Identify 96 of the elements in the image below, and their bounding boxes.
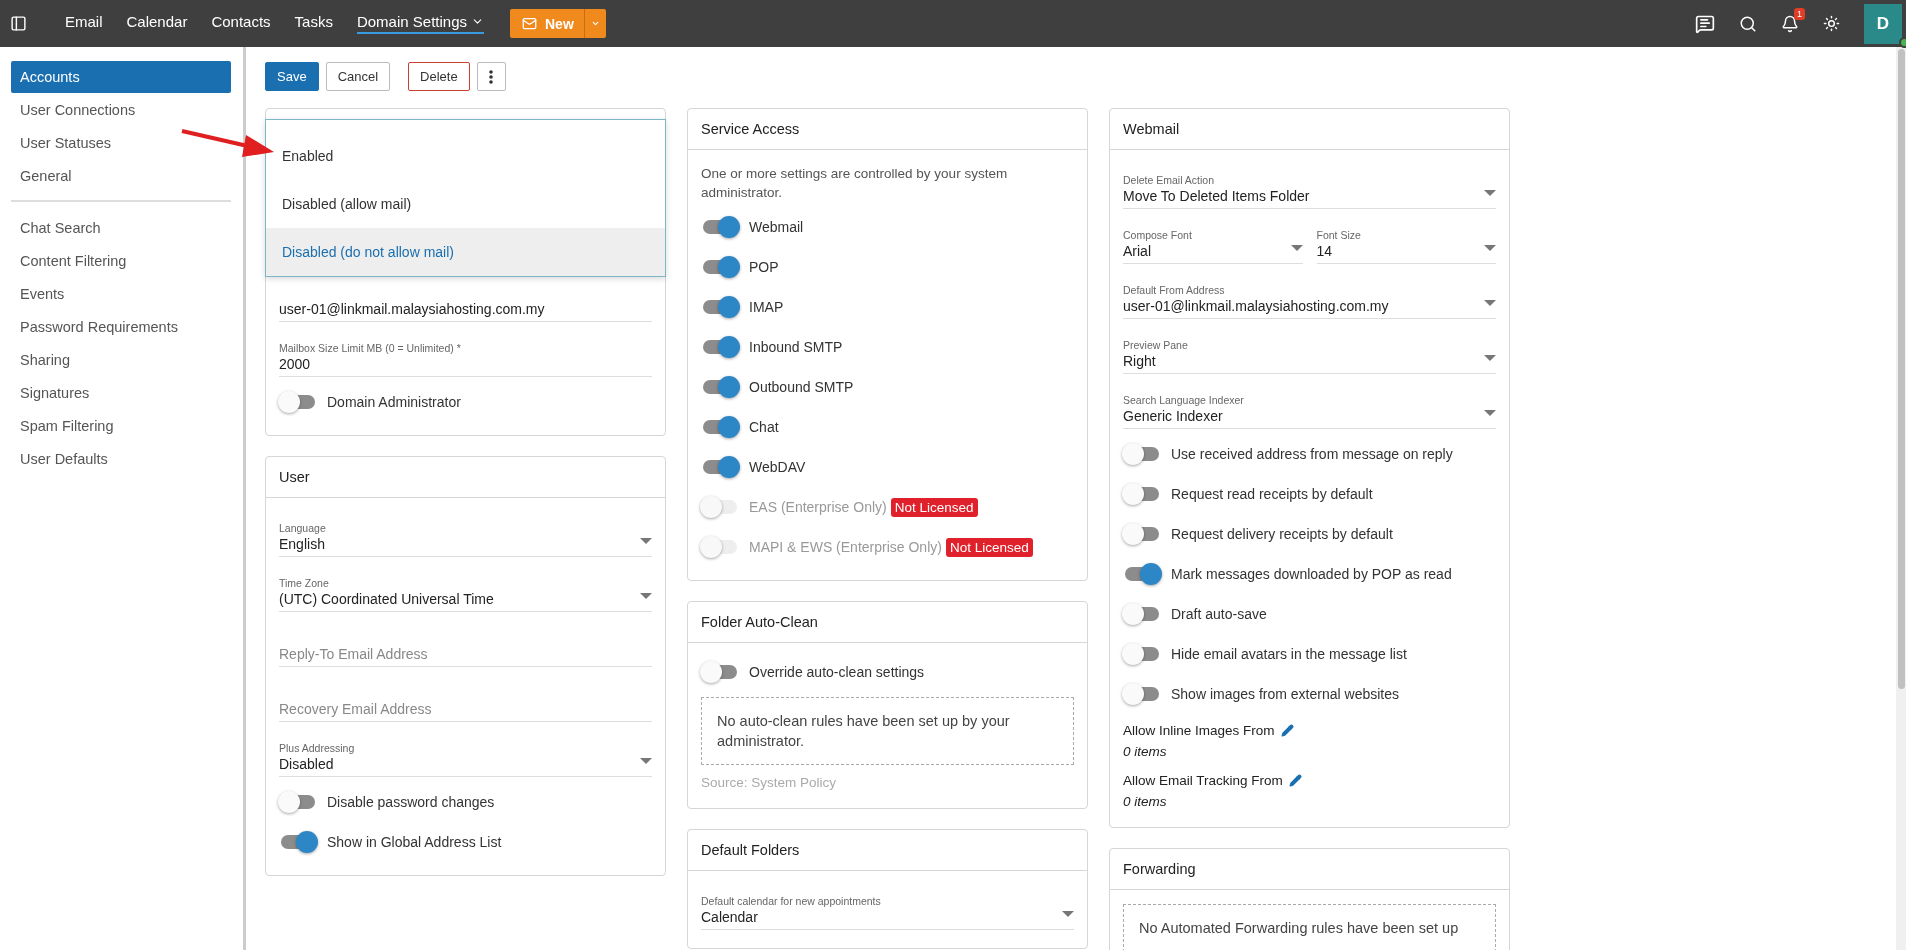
toggle-label: Show in Global Address List bbox=[327, 834, 502, 850]
sidebar-item[interactable]: User Defaults bbox=[11, 443, 231, 475]
cancel-button[interactable]: Cancel bbox=[325, 62, 391, 91]
toggle-label: Webmail bbox=[749, 219, 804, 235]
sidebar-item[interactable]: Signatures bbox=[11, 377, 231, 409]
not-licensed-tag: Not Licensed bbox=[945, 537, 1033, 557]
caret-icon bbox=[640, 538, 652, 544]
toggle-label: EAS (Enterprise Only) bbox=[749, 499, 887, 515]
select-field[interactable]: Font Size 14 bbox=[1316, 219, 1496, 264]
dropdown-option[interactable]: Disabled (do not allow mail) bbox=[266, 228, 665, 276]
card-title: Service Access bbox=[688, 109, 1087, 150]
sidebar-item[interactable]: General bbox=[11, 160, 231, 192]
more-button[interactable] bbox=[476, 62, 506, 91]
toggle-label: POP bbox=[749, 259, 779, 275]
sidebar-item[interactable]: Content Filtering bbox=[11, 245, 231, 277]
sidebar-item[interactable]: Password Requirements bbox=[11, 311, 231, 343]
sidebar-toggle-icon[interactable] bbox=[10, 15, 27, 32]
toggle-label: Outbound SMTP bbox=[749, 379, 854, 395]
edit-icon[interactable] bbox=[1280, 724, 1294, 737]
toggle-label: Inbound SMTP bbox=[749, 339, 843, 355]
nav-link[interactable]: Email bbox=[65, 13, 103, 34]
select-field[interactable]: Language English bbox=[279, 512, 652, 557]
more-icon bbox=[489, 69, 494, 84]
caret-icon bbox=[1484, 355, 1496, 361]
list-label: Allow Inline Images From bbox=[1123, 723, 1275, 738]
toggle-label: Domain Administrator bbox=[327, 394, 461, 410]
sidebar-item[interactable]: Sharing bbox=[11, 344, 231, 376]
sidebar-item[interactable]: Accounts bbox=[11, 61, 231, 93]
card-title: Webmail bbox=[1110, 109, 1509, 150]
toggle-label: Mark messages downloaded by POP as read bbox=[1171, 566, 1452, 582]
caret-icon bbox=[1484, 410, 1496, 416]
sidebar-item[interactable]: User Statuses bbox=[11, 127, 231, 159]
sidebar-item[interactable]: Chat Search bbox=[11, 212, 231, 244]
select-field[interactable]: Default From Address user-01@linkmail.malaysiahosting.com.my bbox=[1123, 274, 1496, 319]
card-title: Folder Auto-Clean bbox=[688, 602, 1087, 643]
empty-rules-message: No auto-clean rules have been set up by your administrator. bbox=[701, 697, 1074, 765]
toggle-label: MAPI & EWS (Enterprise Only) bbox=[749, 539, 942, 555]
caret-icon bbox=[640, 593, 652, 599]
select-field[interactable]: Preview Pane Right bbox=[1123, 329, 1496, 374]
arrow-icon bbox=[180, 128, 276, 158]
toggle-label: Use received address from message on reply bbox=[1171, 446, 1453, 462]
sidebar-item[interactable]: Events bbox=[11, 278, 231, 310]
nav-link[interactable]: Contacts bbox=[211, 13, 271, 34]
select-field[interactable]: Time Zone (UTC) Coordinated Universal Time bbox=[279, 567, 652, 612]
sun-icon[interactable] bbox=[1823, 15, 1840, 32]
nav-link[interactable]: Tasks bbox=[294, 13, 333, 34]
caret-icon bbox=[640, 758, 652, 764]
caret-icon bbox=[1062, 911, 1074, 917]
info-text: One or more settings are controlled by your system administrator. bbox=[701, 165, 1009, 202]
input-field[interactable]: user-01@linkmail.malaysiahosting.com.my bbox=[279, 277, 652, 322]
nav-link[interactable]: Domain Settings bbox=[356, 13, 484, 34]
toggle-label: Override auto-clean settings bbox=[749, 664, 925, 680]
caret-icon bbox=[1290, 245, 1303, 251]
select-field[interactable]: Search Language Indexer Generic Indexer bbox=[1123, 384, 1496, 429]
search-icon[interactable] bbox=[1739, 14, 1757, 33]
toggle-label: Draft auto-save bbox=[1171, 606, 1267, 622]
notifications-icon[interactable] bbox=[1781, 14, 1799, 33]
toggle-label: Chat bbox=[749, 419, 779, 435]
mail-icon bbox=[522, 16, 537, 31]
toggle-label: WebDAV bbox=[749, 459, 806, 475]
input-field[interactable]: Reply-To Email Address bbox=[279, 622, 652, 667]
caret-icon bbox=[1484, 245, 1496, 251]
card-title: Forwarding bbox=[1110, 849, 1509, 890]
card-title: Default Folders bbox=[688, 830, 1087, 871]
delete-button[interactable]: Delete bbox=[408, 62, 470, 91]
select-field[interactable]: Plus Addressing Disabled bbox=[279, 732, 652, 777]
toggle-label: Hide email avatars in the message list bbox=[1171, 646, 1407, 662]
source-text: Source: System Policy bbox=[701, 775, 838, 790]
card-title: User bbox=[266, 457, 665, 498]
edit-icon[interactable] bbox=[1288, 774, 1302, 787]
notification-count: 1 bbox=[1794, 7, 1805, 20]
sidebar-item[interactable]: Spam Filtering bbox=[11, 410, 231, 442]
item-count: 0 items bbox=[1123, 794, 1168, 809]
user-avatar[interactable]: D bbox=[1864, 3, 1902, 44]
item-count: 0 items bbox=[1123, 744, 1168, 759]
caret-icon bbox=[1484, 190, 1496, 196]
select-field[interactable]: Delete Email Action Move To Deleted Items Folder bbox=[1123, 164, 1496, 209]
list-label: Allow Email Tracking From bbox=[1123, 773, 1283, 788]
toggle-label: Request delivery receipts by default bbox=[1171, 526, 1393, 542]
input-field[interactable]: Mailbox Size Limit MB (0 = Unlimited) * 2000 bbox=[279, 332, 652, 377]
caret-icon bbox=[1484, 300, 1496, 306]
input-field[interactable]: Recovery Email Address bbox=[279, 677, 652, 722]
chat-icon[interactable] bbox=[1695, 13, 1715, 34]
toggle-label: IMAP bbox=[749, 299, 784, 315]
toggle-label: Show images from external websites bbox=[1171, 686, 1399, 702]
toggle-label: Request read receipts by default bbox=[1171, 486, 1373, 502]
save-button[interactable]: Save bbox=[265, 62, 319, 91]
toggle-label: Disable password changes bbox=[327, 794, 495, 810]
empty-rules-message: No Automated Forwarding rules have been set up bbox=[1123, 904, 1496, 950]
select-field[interactable]: Default calendar for new appointments Calendar bbox=[701, 885, 1074, 930]
nav-link[interactable]: Calendar bbox=[126, 13, 188, 34]
select-field[interactable]: Compose Font Arial bbox=[1123, 219, 1303, 264]
sidebar-item[interactable]: User Connections bbox=[11, 94, 231, 126]
dropdown-option[interactable]: Disabled (allow mail) bbox=[266, 180, 665, 228]
not-licensed-tag: Not Licensed bbox=[890, 497, 978, 517]
dropdown-option[interactable]: Enabled bbox=[266, 132, 665, 180]
